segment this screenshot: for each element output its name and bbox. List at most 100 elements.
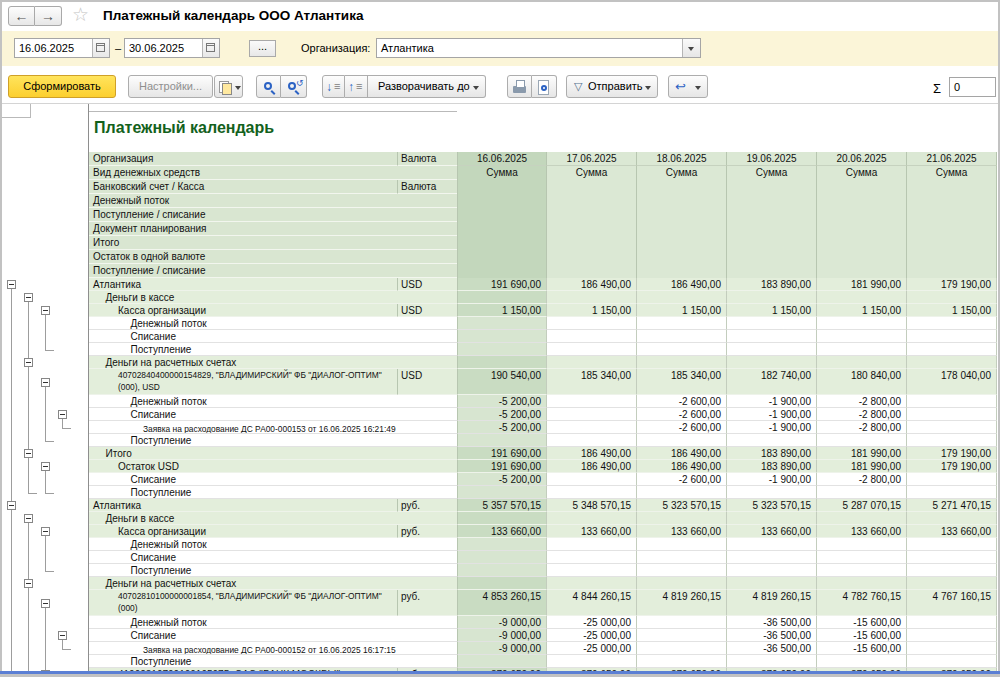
date-from-value: 16.06.2025 bbox=[19, 42, 74, 54]
send-button[interactable]: ▽ Отправить bbox=[566, 75, 658, 98]
report-cell-value: 183 890,00 bbox=[727, 278, 817, 291]
date-to-input[interactable]: 30.06.2025 bbox=[124, 38, 220, 58]
report-cell-value bbox=[907, 317, 997, 330]
report-row-name: Денежный поток bbox=[88, 395, 397, 408]
period-more-button[interactable]: ... bbox=[249, 40, 276, 57]
back-button[interactable]: ← bbox=[8, 6, 35, 26]
report-date-header: 18.06.2025 bbox=[637, 152, 727, 166]
report-cell-value: -15 600,00 bbox=[817, 629, 907, 642]
organization-dropdown-button[interactable] bbox=[682, 39, 700, 57]
report-cell-value: 4 782 760,15 bbox=[817, 590, 907, 616]
report-cell-value: 4 819 260,15 bbox=[727, 590, 817, 616]
report-cell-value bbox=[547, 577, 637, 590]
report-cell-value: -2 800,00 bbox=[817, 421, 907, 434]
report-row-currency: руб. bbox=[397, 590, 457, 616]
date-from-input[interactable]: 16.06.2025 bbox=[14, 38, 110, 58]
report-cell-value: -5 200,00 bbox=[457, 421, 547, 434]
tree-expander[interactable] bbox=[41, 306, 50, 315]
report-cell-value: 186 490,00 bbox=[547, 447, 637, 460]
tree-expander[interactable] bbox=[41, 462, 50, 471]
tree-expander[interactable] bbox=[58, 631, 67, 640]
tree-expander[interactable] bbox=[24, 293, 33, 302]
report-cell-value: 185 340,00 bbox=[637, 369, 727, 395]
app-window: ← → ☆ Платежный календарь ООО Атлантика … bbox=[0, 0, 1000, 677]
report-cell-value bbox=[907, 512, 997, 525]
sum-field[interactable]: 0 bbox=[949, 77, 996, 97]
report-row-currency bbox=[397, 395, 457, 408]
report-cell-value: 4 767 160,15 bbox=[907, 590, 997, 616]
search-next-button[interactable]: ↺ bbox=[281, 75, 307, 98]
undo-button[interactable]: ↩ bbox=[668, 75, 708, 98]
tree-expander[interactable] bbox=[7, 280, 16, 289]
report-cell-value bbox=[727, 291, 817, 304]
report-cell-value bbox=[907, 395, 997, 408]
report-cell-value: -1 900,00 bbox=[727, 473, 817, 486]
report-cell-value bbox=[817, 538, 907, 551]
report-cell-value: 179 190,00 bbox=[907, 460, 997, 473]
report-cell-value bbox=[547, 395, 637, 408]
report-cell-value bbox=[637, 642, 727, 655]
expand-all-button[interactable]: ↓≡ bbox=[322, 75, 345, 98]
collapse-all-button[interactable]: ↑≡ bbox=[345, 75, 368, 98]
report-cell-value: 191 690,00 bbox=[457, 460, 547, 473]
tree-expander[interactable] bbox=[24, 579, 33, 588]
date-from-calendar-button[interactable] bbox=[92, 39, 109, 57]
report-cell-value bbox=[727, 317, 817, 330]
report-row-name: Деньги на расчетных счетах bbox=[88, 356, 397, 369]
report-cell-value bbox=[637, 434, 727, 447]
favorite-star-icon[interactable]: ☆ bbox=[72, 3, 89, 26]
expand-to-button[interactable]: Разворачивать до bbox=[368, 75, 486, 98]
tree-connector-line bbox=[28, 367, 29, 449]
send-label: Отправить bbox=[588, 80, 643, 92]
report-cell-value bbox=[547, 564, 637, 577]
report-cell-value: 133 660,00 bbox=[727, 525, 817, 538]
tree-expander[interactable] bbox=[41, 527, 50, 536]
report-cell-value bbox=[817, 330, 907, 343]
report-row-name: Поступление bbox=[88, 564, 397, 577]
report-cell-value: 180 840,00 bbox=[817, 369, 907, 395]
report-cell-value bbox=[637, 538, 727, 551]
report-row-currency bbox=[397, 616, 457, 629]
report-cell-value bbox=[547, 434, 637, 447]
print-button[interactable] bbox=[507, 75, 532, 98]
report-cell-value bbox=[457, 434, 547, 447]
tree-expander[interactable] bbox=[24, 358, 33, 367]
report-row-currency: руб. bbox=[397, 499, 457, 512]
forward-button[interactable]: → bbox=[35, 6, 62, 26]
tree-expander[interactable] bbox=[24, 449, 33, 458]
report-cell-value bbox=[817, 577, 907, 590]
tree-connector-tick bbox=[45, 571, 54, 572]
date-to-calendar-button[interactable] bbox=[202, 39, 219, 57]
tree-connector-tick bbox=[28, 493, 37, 494]
report-row-currency bbox=[397, 512, 457, 525]
report-cell-value: 5 323 570,15 bbox=[637, 499, 727, 512]
report-variants-button[interactable] bbox=[214, 75, 243, 98]
tree-connector-line bbox=[45, 387, 46, 441]
report-cell-value bbox=[547, 512, 637, 525]
report-cell-value bbox=[637, 512, 727, 525]
tree-expander[interactable] bbox=[24, 514, 33, 523]
forward-icon: → bbox=[41, 8, 55, 24]
organization-combo[interactable]: Атлантика bbox=[376, 38, 701, 58]
settings-button[interactable]: Настройки... bbox=[128, 75, 213, 98]
generate-button[interactable]: Сформировать bbox=[8, 75, 116, 98]
report-date-header: 19.06.2025 bbox=[727, 152, 817, 166]
calendar-icon bbox=[96, 43, 105, 52]
tree-expander[interactable] bbox=[41, 378, 50, 387]
generate-label: Сформировать bbox=[9, 80, 115, 92]
tree-expander[interactable] bbox=[58, 410, 67, 419]
report-cell-value: 133 660,00 bbox=[457, 525, 547, 538]
report-row-name: Касса организации bbox=[88, 304, 397, 317]
report-cell-value: 4 844 260,15 bbox=[547, 590, 637, 616]
report-cell-value: -9 000,00 bbox=[457, 642, 547, 655]
date-to-value: 30.06.2025 bbox=[129, 42, 184, 54]
print-preview-button[interactable] bbox=[532, 75, 557, 98]
report-row-name: Атлантика bbox=[88, 499, 397, 512]
report-cell-value: 1 150,00 bbox=[547, 304, 637, 317]
tree-expander[interactable] bbox=[7, 501, 16, 510]
tree-expander[interactable] bbox=[41, 599, 50, 608]
report-row-name: Итого bbox=[88, 447, 397, 460]
report-cell-value: -2 800,00 bbox=[817, 473, 907, 486]
search-button[interactable] bbox=[256, 75, 281, 98]
report-cell-value: 5 287 070,15 bbox=[817, 499, 907, 512]
